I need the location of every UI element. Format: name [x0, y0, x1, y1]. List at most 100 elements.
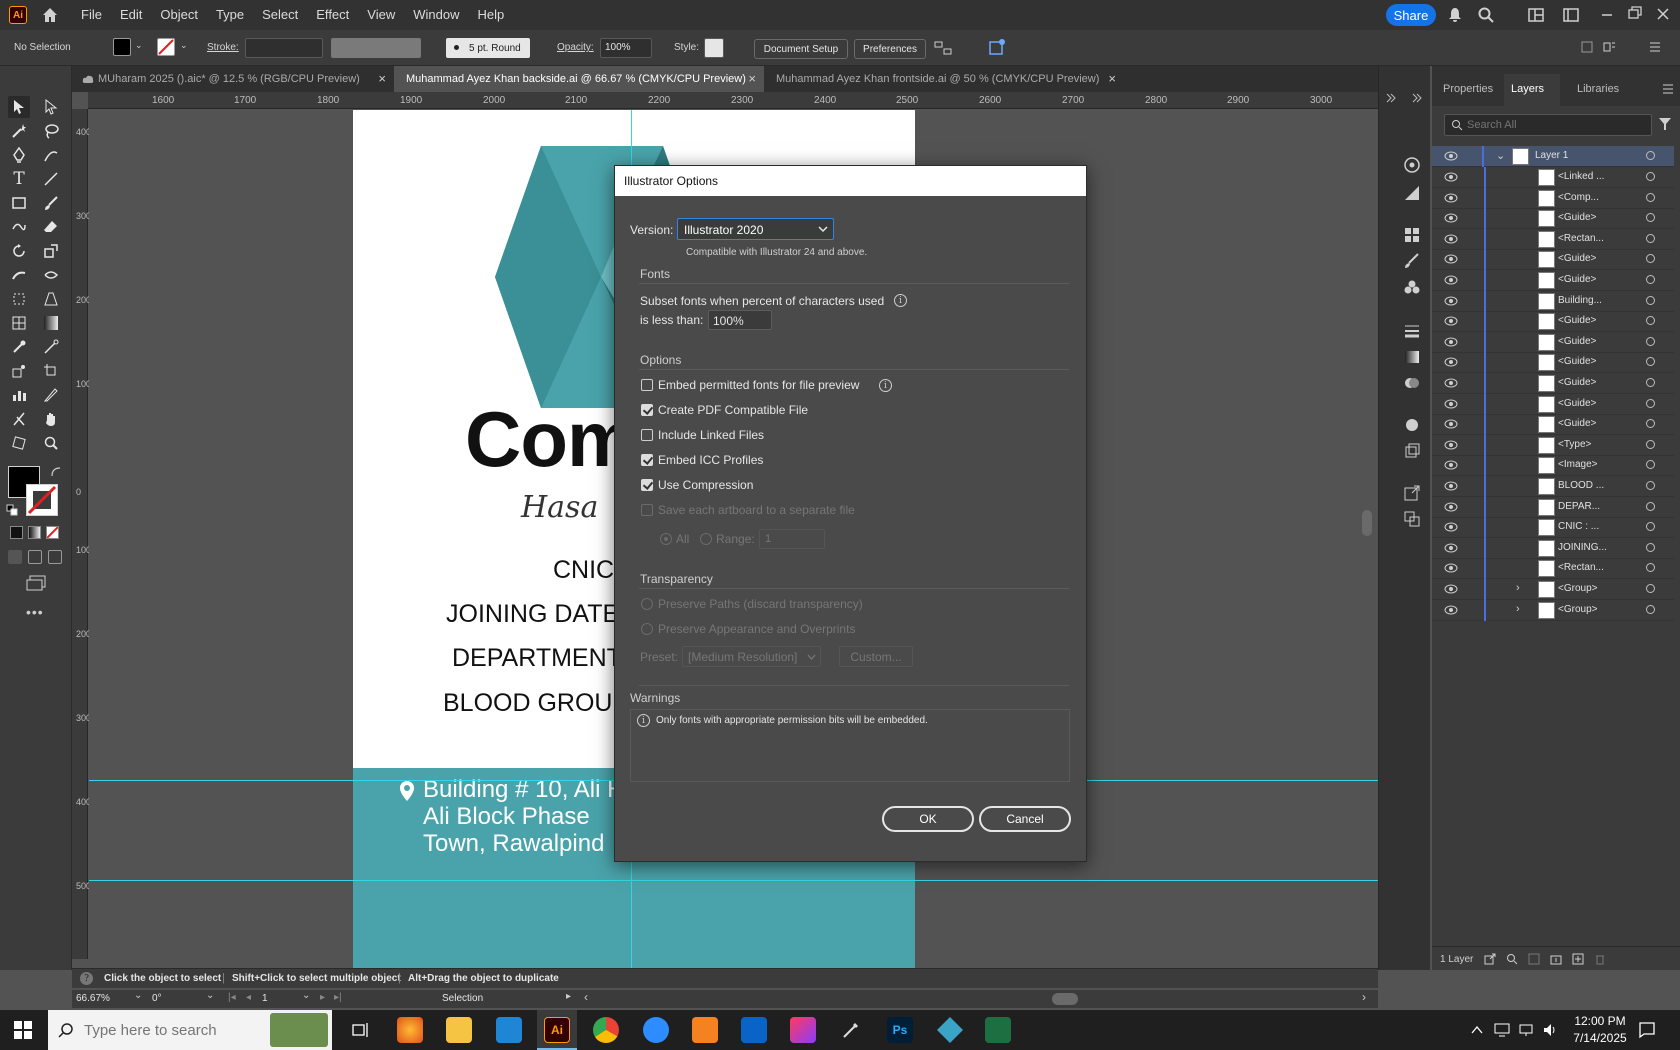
- tab-libraries[interactable]: Libraries: [1577, 83, 1619, 95]
- panel-menu-icon[interactable]: [1662, 84, 1674, 94]
- none-mode-icon[interactable]: [46, 526, 59, 539]
- layer-item-name[interactable]: <Guide>: [1558, 398, 1596, 409]
- target-circle-icon[interactable]: [1646, 172, 1655, 181]
- visibility-eye-icon[interactable]: [1444, 213, 1458, 223]
- recolor-icon[interactable]: [988, 38, 1006, 56]
- visibility-eye-icon[interactable]: [1444, 481, 1458, 491]
- tab-close-icon[interactable]: ×: [378, 66, 386, 92]
- visibility-eye-icon[interactable]: [1444, 172, 1458, 182]
- menu-effect[interactable]: Effect: [307, 0, 358, 30]
- layer-item-row[interactable]: <Guide>: [1432, 208, 1674, 230]
- brush-definition[interactable]: 5 pt. Round: [446, 38, 530, 58]
- create-pdf-compatible-label[interactable]: Create PDF Compatible File: [658, 403, 808, 417]
- menu-window[interactable]: Window: [404, 0, 468, 30]
- stroke-panel-icon[interactable]: [1403, 322, 1421, 340]
- target-circle-icon[interactable]: [1646, 316, 1655, 326]
- tab-muharam[interactable]: MUharam 2025 ().aic* @ 12.5 % (RGB/CPU P…: [72, 66, 394, 92]
- layer-item-row[interactable]: CNIC : ...: [1432, 517, 1674, 539]
- layer-row-layer1[interactable]: ⌄ Layer 1: [1432, 146, 1674, 167]
- selection-tool-icon[interactable]: [8, 96, 30, 118]
- visibility-eye-icon[interactable]: [1444, 234, 1458, 244]
- default-colors-icon[interactable]: [6, 504, 18, 516]
- workspace-icon[interactable]: [1528, 8, 1544, 22]
- create-pdf-compatible-checkbox[interactable]: [641, 404, 653, 416]
- windows-start-icon[interactable]: [14, 1021, 32, 1039]
- opacity-field[interactable]: 100%: [600, 38, 652, 58]
- target-circle-icon[interactable]: [1646, 357, 1655, 367]
- last-artboard-icon[interactable]: ▸|: [334, 992, 342, 1003]
- rectangle-tool-icon[interactable]: [8, 192, 30, 214]
- scroll-left-icon[interactable]: ‹: [584, 990, 588, 1004]
- visibility-eye-icon[interactable]: [1444, 605, 1458, 615]
- expand-chevron-icon[interactable]: ⌄: [1496, 149, 1505, 162]
- target-circle-icon[interactable]: [1646, 460, 1655, 470]
- pen-app-icon[interactable]: [841, 1020, 861, 1040]
- layers-search-input[interactable]: [1467, 117, 1647, 133]
- layer-item-name[interactable]: <Guide>: [1558, 336, 1596, 347]
- use-compression-label[interactable]: Use Compression: [658, 478, 753, 492]
- rotation-field[interactable]: 0° ⌄: [152, 990, 218, 1006]
- direct-selection-tool-icon[interactable]: [40, 96, 62, 118]
- embed-fonts-checkbox[interactable]: [641, 379, 653, 391]
- xampp-icon[interactable]: [692, 1017, 718, 1043]
- free-transform-tool-icon[interactable]: [8, 288, 30, 310]
- restore-icon[interactable]: [1627, 6, 1643, 20]
- artboard-number-field[interactable]: 1 ⌄: [262, 990, 312, 1006]
- visibility-eye-icon[interactable]: [1444, 337, 1458, 347]
- layer-item-row[interactable]: <Guide>: [1432, 393, 1674, 415]
- include-linked-files-label[interactable]: Include Linked Files: [658, 428, 764, 442]
- eraser-tool-icon[interactable]: [40, 216, 62, 238]
- layer-item-name[interactable]: <Group>: [1558, 583, 1597, 594]
- tab-close-icon[interactable]: ×: [1108, 66, 1116, 92]
- layer-item-row[interactable]: <Guide>: [1432, 311, 1674, 333]
- graphic-style-swatch[interactable]: [704, 38, 724, 58]
- ok-button[interactable]: OK: [882, 806, 974, 832]
- taskbar-search-box[interactable]: [48, 1010, 332, 1050]
- embed-icc-profiles-checkbox[interactable]: [641, 454, 653, 466]
- use-compression-checkbox[interactable]: [641, 479, 653, 491]
- close-icon[interactable]: [1656, 7, 1670, 21]
- tab-close-icon[interactable]: ×: [748, 66, 756, 92]
- visibility-eye-icon[interactable]: [1444, 357, 1458, 367]
- range-label[interactable]: Range:: [716, 532, 755, 546]
- graphic-styles-icon[interactable]: [1403, 442, 1421, 460]
- illustrator-taskbar-item[interactable]: Ai: [537, 1010, 577, 1050]
- visibility-eye-icon[interactable]: [1444, 584, 1458, 594]
- subset-percent-input[interactable]: 100%: [708, 310, 772, 330]
- layer-item-name[interactable]: <Rectan...: [1558, 562, 1604, 573]
- target-circle-icon[interactable]: [1646, 398, 1655, 408]
- scissors-tool-icon[interactable]: [8, 408, 30, 430]
- visibility-eye-icon[interactable]: [1444, 440, 1458, 450]
- horizontal-guide[interactable]: [89, 880, 1378, 881]
- target-circle-icon[interactable]: [1646, 192, 1655, 202]
- tab-frontside[interactable]: Muhammad Ayez Khan frontside.ai @ 50 % (…: [764, 66, 1124, 92]
- menu-type[interactable]: Type: [207, 0, 253, 30]
- align-icon[interactable]: [934, 40, 952, 56]
- horizontal-scrollbar-thumb[interactable]: [1052, 993, 1078, 1005]
- warp-tool-icon[interactable]: [8, 264, 30, 286]
- target-circle-icon[interactable]: [1646, 563, 1655, 573]
- target-circle-icon[interactable]: [1646, 295, 1655, 305]
- brushes-icon[interactable]: [1403, 252, 1421, 270]
- share-button[interactable]: Share: [1386, 4, 1436, 26]
- layer-item-name[interactable]: <Image>: [1558, 459, 1597, 470]
- display-icon[interactable]: [1494, 1022, 1510, 1038]
- filter-icon[interactable]: [1658, 117, 1672, 131]
- layer-item-row[interactable]: Building...: [1432, 290, 1674, 312]
- layer-item-name[interactable]: <Guide>: [1558, 418, 1596, 429]
- layer-item-row[interactable]: <Rectan...: [1432, 558, 1674, 580]
- menu-view[interactable]: View: [358, 0, 404, 30]
- target-circle-icon[interactable]: [1646, 501, 1655, 511]
- chevron-down-icon[interactable]: ⌄: [302, 990, 310, 1001]
- menu-file[interactable]: File: [72, 0, 111, 30]
- visibility-eye-icon[interactable]: [1444, 460, 1458, 470]
- visibility-eye-icon[interactable]: [1444, 522, 1458, 532]
- home-icon[interactable]: [40, 5, 60, 25]
- target-circle-icon[interactable]: [1646, 439, 1655, 449]
- layer-item-row[interactable]: <Image>: [1432, 455, 1674, 477]
- layer-item-name[interactable]: BLOOD ...: [1558, 480, 1604, 491]
- volume-icon[interactable]: [1542, 1022, 1558, 1038]
- target-circle-icon[interactable]: [1646, 419, 1655, 429]
- scale-tool-icon[interactable]: [40, 240, 62, 262]
- hand-tool-icon[interactable]: [40, 408, 62, 430]
